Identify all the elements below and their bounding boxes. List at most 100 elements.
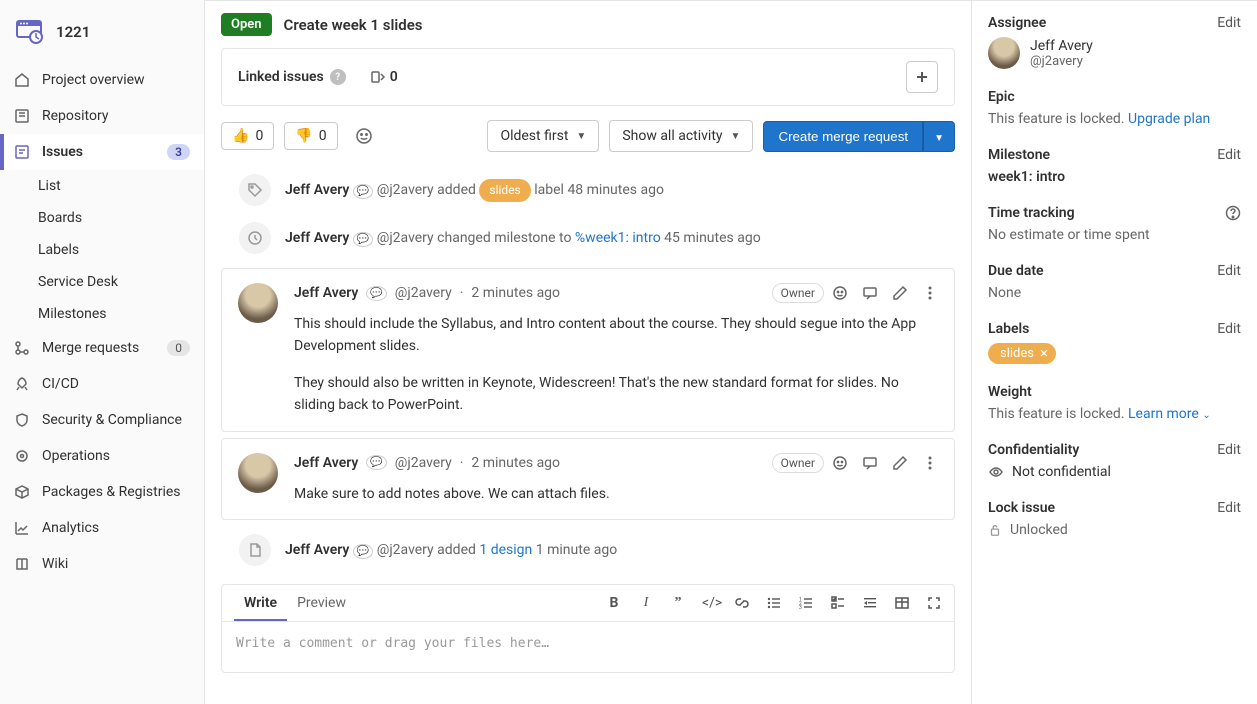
upgrade-link[interactable]: Upgrade plan	[1128, 111, 1210, 127]
sidebar-sub-list[interactable]: List	[0, 170, 204, 202]
author-handle[interactable]: @j2avery	[377, 230, 434, 246]
design-link[interactable]: 1 design	[479, 542, 532, 558]
thumbs-down-button[interactable]: 👎 0	[284, 122, 337, 150]
edit-icon[interactable]	[892, 455, 908, 471]
bullet-list-icon[interactable]	[766, 595, 782, 611]
remove-label-icon[interactable]: ×	[1040, 346, 1048, 361]
sidebar-sub-servicedesk[interactable]: Service Desk	[0, 266, 204, 298]
author-name[interactable]: Jeff Avery	[285, 182, 349, 198]
activity-filter-dropdown[interactable]: Show all activity ▼	[609, 120, 753, 152]
thumbs-up-button[interactable]: 👍 0	[221, 122, 274, 150]
assignee-name[interactable]: Jeff Avery	[1030, 38, 1093, 54]
author-handle[interactable]: @j2avery	[377, 542, 434, 558]
number-list-icon[interactable]: 123	[798, 595, 814, 611]
merge-icon	[14, 340, 30, 356]
quote-icon[interactable]: ”	[670, 595, 686, 611]
sidebar-item-merge[interactable]: Merge requests 0	[0, 330, 204, 366]
edit-button[interactable]: Edit	[1217, 15, 1241, 31]
author-handle[interactable]: @j2avery	[395, 285, 452, 301]
create-merge-request-caret[interactable]: ▼	[923, 121, 955, 152]
section-title: Assignee	[988, 15, 1046, 31]
author-handle[interactable]: @j2avery	[377, 182, 434, 198]
linked-issues-label: Linked issues	[238, 69, 324, 85]
chevron-down-icon: ▼	[731, 131, 741, 142]
sort-dropdown[interactable]: Oldest first ▼	[487, 120, 599, 152]
reply-icon[interactable]	[862, 455, 878, 471]
avatar[interactable]	[238, 453, 278, 493]
comment-icon[interactable]: 💬	[353, 544, 373, 559]
sidebar-item-cicd[interactable]: CI/CD	[0, 366, 204, 402]
code-icon[interactable]: </>	[702, 595, 718, 611]
comment-icon[interactable]: 💬	[366, 286, 386, 301]
edit-button[interactable]: Edit	[1217, 147, 1241, 163]
help-icon[interactable]: ?	[330, 69, 346, 85]
edit-icon[interactable]	[892, 285, 908, 301]
table-icon[interactable]	[894, 595, 910, 611]
edit-button[interactable]: Edit	[1217, 263, 1241, 279]
timestamp[interactable]: 2 minutes ago	[471, 285, 560, 301]
avatar[interactable]	[988, 37, 1020, 69]
edit-button[interactable]: Edit	[1217, 442, 1241, 458]
sidebar-sub-milestones[interactable]: Milestones	[0, 298, 204, 330]
italic-icon[interactable]: I	[638, 595, 654, 611]
author-name[interactable]: Jeff Avery	[285, 542, 349, 558]
timestamp[interactable]: 2 minutes ago	[471, 455, 560, 471]
add-linked-issue-button[interactable]	[906, 61, 938, 93]
bold-icon[interactable]: B	[606, 595, 622, 611]
fullscreen-icon[interactable]	[926, 595, 942, 611]
comment-icon[interactable]: 💬	[366, 455, 386, 470]
sidebar-item-packages[interactable]: Packages & Registries	[0, 474, 204, 510]
section-title: Labels	[988, 321, 1029, 337]
thumbs-up-count: 0	[255, 128, 263, 144]
sidebar-item-wiki[interactable]: Wiki	[0, 546, 204, 582]
sidebar-item-operations[interactable]: Operations	[0, 438, 204, 474]
more-icon[interactable]	[922, 285, 938, 301]
sidebar-item-security[interactable]: Security & Compliance	[0, 402, 204, 438]
comment-icon[interactable]: 💬	[353, 232, 373, 247]
linked-count: 0	[390, 69, 398, 85]
nav-label: Repository	[42, 108, 108, 124]
avatar[interactable]	[238, 283, 278, 323]
emoji-icon[interactable]	[832, 285, 848, 301]
sidebar-item-overview[interactable]: Project overview	[0, 62, 204, 98]
author-name[interactable]: Jeff Avery	[294, 285, 358, 301]
tab-write[interactable]: Write	[234, 585, 287, 621]
sidebar-item-analytics[interactable]: Analytics	[0, 510, 204, 546]
sidebar-sub-boards[interactable]: Boards	[0, 202, 204, 234]
package-icon	[14, 484, 30, 500]
emoji-icon[interactable]	[832, 455, 848, 471]
author-handle[interactable]: @j2avery	[395, 455, 452, 471]
author-name[interactable]: Jeff Avery	[285, 230, 349, 246]
sidebar-item-repository[interactable]: Repository	[0, 98, 204, 134]
add-reaction-button[interactable]	[348, 120, 380, 152]
comment-icon[interactable]: 💬	[353, 184, 373, 199]
linked-issues-panel: Linked issues ? 0	[221, 48, 955, 106]
label-chip[interactable]: slides ×	[988, 343, 1056, 364]
indent-icon[interactable]	[862, 595, 878, 611]
reply-icon[interactable]	[862, 285, 878, 301]
learn-more-link[interactable]: Learn more ⌄	[1128, 406, 1211, 422]
author-name[interactable]: Jeff Avery	[294, 455, 358, 471]
sidebar-item-issues[interactable]: Issues 3	[0, 134, 204, 170]
locked-text: This feature is locked.	[988, 406, 1125, 422]
help-icon[interactable]	[1225, 205, 1241, 221]
link-icon[interactable]	[734, 595, 750, 611]
comment-textarea[interactable]: Write a comment or drag your files here…	[222, 622, 954, 672]
label-chip[interactable]: slides	[479, 179, 530, 202]
tab-preview[interactable]: Preview	[287, 585, 356, 621]
project-header[interactable]: 1221	[0, 0, 204, 62]
milestone-value[interactable]: week1: intro	[988, 169, 1241, 185]
sidebar-sub-labels[interactable]: Labels	[0, 234, 204, 266]
timestamp: 48 minutes ago	[567, 182, 664, 198]
nav-label: Issues	[42, 144, 83, 160]
task-list-icon[interactable]	[830, 595, 846, 611]
milestone-link[interactable]: %week1: intro	[575, 230, 661, 246]
edit-button[interactable]: Edit	[1217, 321, 1241, 337]
issue-header: Open Create week 1 slides	[221, 1, 955, 48]
activity-label: Show all activity	[622, 128, 722, 144]
system-note: Jeff Avery 💬 @j2avery changed milestone …	[221, 214, 955, 262]
section-title: Epic	[988, 89, 1015, 105]
create-merge-request-button[interactable]: Create merge request	[763, 121, 923, 152]
edit-button[interactable]: Edit	[1217, 500, 1241, 516]
more-icon[interactable]	[922, 455, 938, 471]
